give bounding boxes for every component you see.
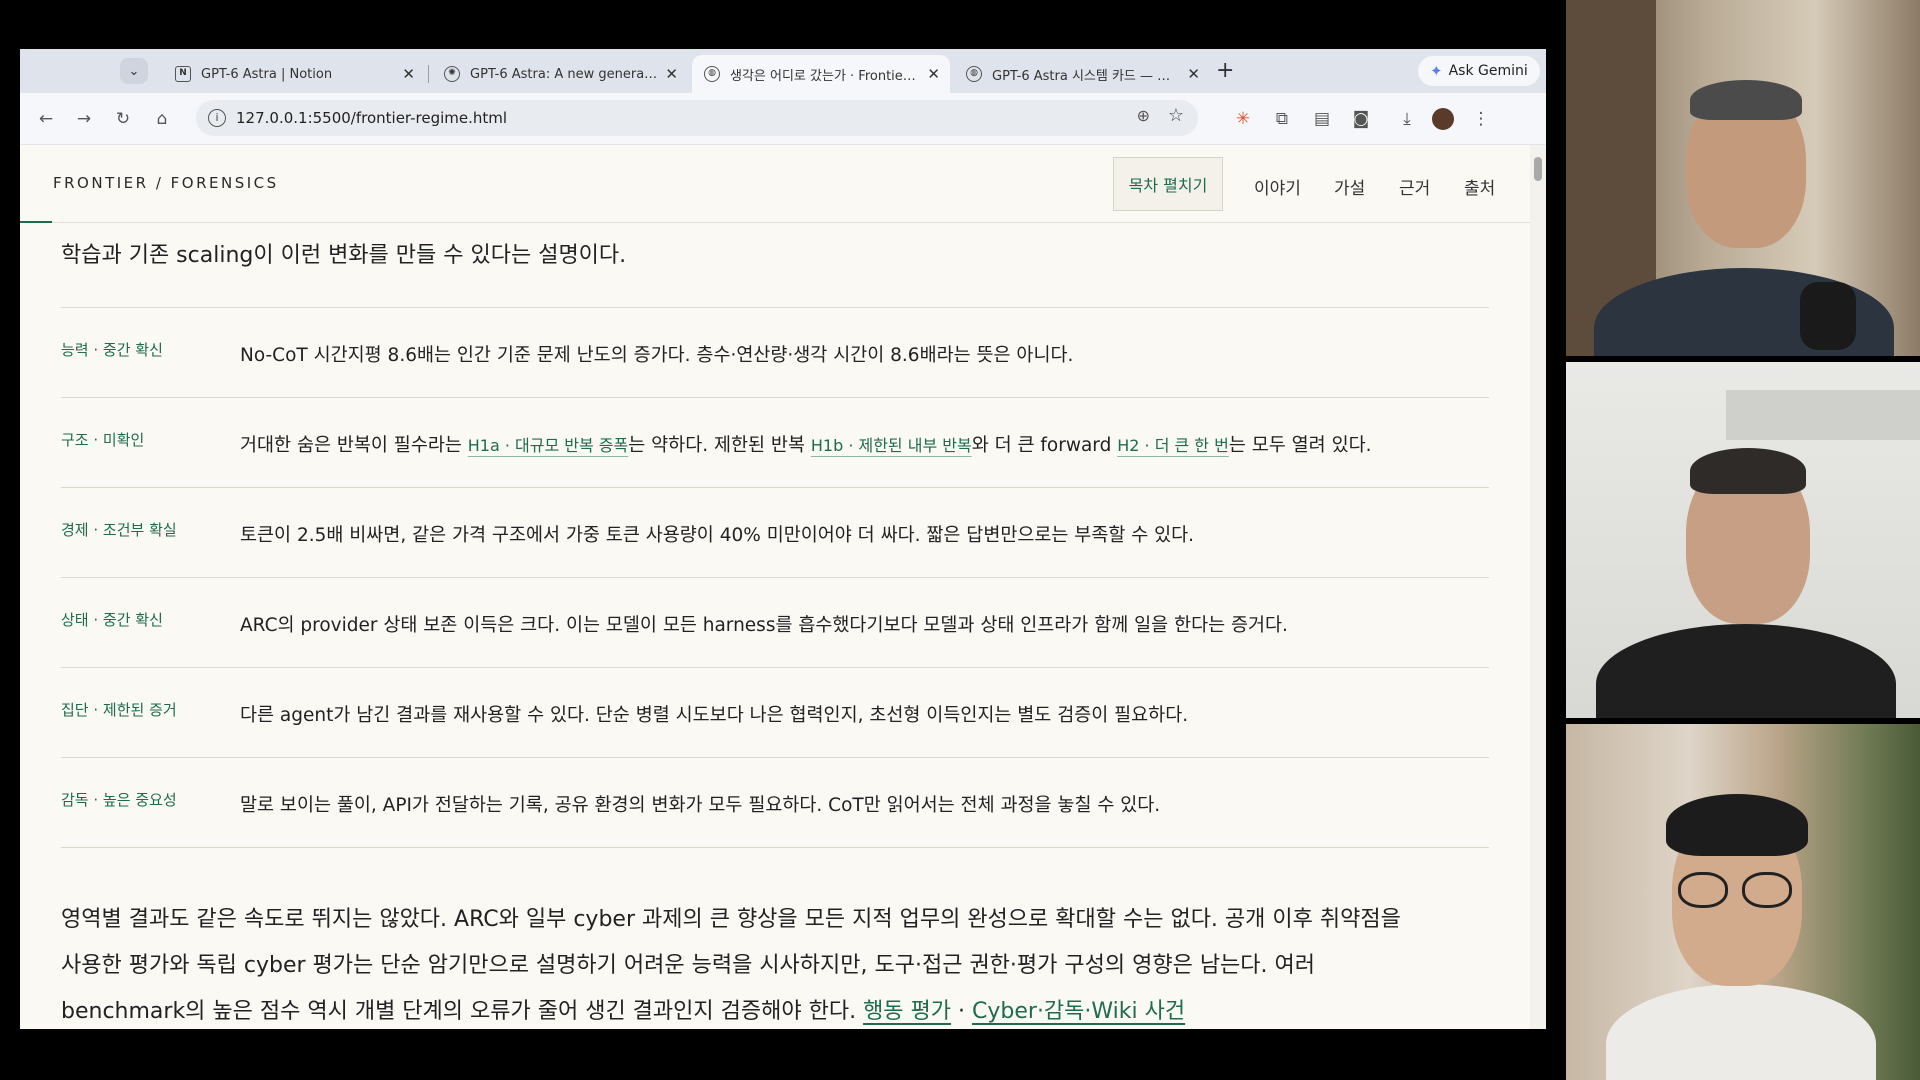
- row-divider: [61, 397, 1489, 398]
- glasses-lens: [1678, 872, 1728, 908]
- tab-openai[interactable]: ✺ GPT-6 Astra: A new generation ✕: [432, 55, 688, 93]
- row-divider: [61, 487, 1489, 488]
- site-info-icon[interactable]: i: [208, 109, 226, 127]
- text-segment: 와 더 큰 forward: [971, 435, 1118, 456]
- row-text: No-CoT 시간지평 8.6배는 인간 기준 문제 난도의 증가다. 층수·연…: [240, 345, 1074, 366]
- microphone-icon: [1800, 282, 1856, 350]
- close-tab-icon[interactable]: ✕: [402, 65, 415, 83]
- nav-evidence[interactable]: 근거: [1399, 174, 1430, 199]
- row-divider: [61, 847, 1489, 848]
- row-text: 토큰이 2.5배 비싸면, 같은 가격 구조에서 가중 토큰 사용량이 40% …: [240, 525, 1195, 546]
- globe-icon: ◍: [704, 66, 720, 82]
- close-tab-icon[interactable]: ✕: [1187, 65, 1200, 83]
- row-label: 상태 · 중간 확신: [61, 611, 163, 629]
- reading-mode-icon[interactable]: ▤: [1310, 107, 1334, 131]
- link-h1b[interactable]: H1b · 제한된 내부 반복: [811, 436, 972, 455]
- nav-story[interactable]: 이야기: [1254, 174, 1301, 199]
- back-icon[interactable]: ←: [34, 107, 58, 131]
- glasses-lens: [1742, 872, 1792, 908]
- nav-sources[interactable]: 출처: [1464, 174, 1495, 199]
- video-tile-participant-1[interactable]: [1566, 0, 1920, 356]
- nav-hypothesis[interactable]: 가설: [1334, 174, 1365, 199]
- text-segment: 거대한 숨은 반복이 필수라는: [240, 435, 468, 456]
- row-label: 경제 · 조건부 확실: [61, 521, 177, 539]
- site-header: FRONTIER / FORENSICS 목차 펼치기 이야기 가설 근거 출처: [20, 145, 1530, 223]
- url-text[interactable]: 127.0.0.1:5500/frontier-regime.html: [236, 109, 507, 127]
- text-segment: benchmark의 높은 점수 역시 개별 단계의 오류가 줄어 생긴 결과인…: [61, 999, 864, 1024]
- video-tile-participant-3[interactable]: [1566, 724, 1920, 1080]
- new-tab-icon[interactable]: +: [1216, 58, 1234, 84]
- ask-gemini-button[interactable]: ✦ Ask Gemini: [1418, 56, 1540, 86]
- body-paragraph-line: benchmark의 높은 점수 역시 개별 단계의 오류가 줄어 생긴 결과인…: [61, 993, 1185, 1025]
- browser-toolbar: ← → ↻ ⌂ i 127.0.0.1:5500/frontier-regime…: [20, 93, 1546, 145]
- row-divider: [61, 757, 1489, 758]
- row-divider: [61, 667, 1489, 668]
- page-scrollbar[interactable]: [1530, 145, 1546, 1029]
- toc-toggle-button[interactable]: 목차 펼치기: [1113, 157, 1223, 211]
- link-behavior-eval[interactable]: 행동 평가: [863, 999, 951, 1024]
- screenshot-icon[interactable]: ◙: [1349, 107, 1373, 131]
- body-paragraph-line: 사용한 평가와 독립 cyber 평가는 단순 암기만으로 설명하기 어려운 능…: [61, 953, 1316, 978]
- site-brand[interactable]: FRONTIER / FORENSICS: [53, 174, 279, 192]
- screen: ⌄ N GPT-6 Astra | Notion ✕ ✺ GPT-6 Astra…: [0, 0, 1920, 1080]
- profile-avatar[interactable]: [1432, 108, 1454, 130]
- row-text: ARC의 provider 상태 보존 이득은 크다. 이는 모델이 모든 ha…: [240, 615, 1288, 636]
- extensions-puzzle-icon[interactable]: ⧉: [1270, 107, 1294, 131]
- zoom-icon[interactable]: ⊕: [1137, 106, 1150, 125]
- row-divider: [61, 307, 1489, 308]
- tab-strip: ⌄ N GPT-6 Astra | Notion ✕ ✺ GPT-6 Astra…: [20, 49, 1546, 93]
- row-text: 말로 보이는 풀이, API가 전달하는 기록, 공유 환경의 변화가 모두 필…: [240, 795, 1161, 816]
- address-bar[interactable]: i 127.0.0.1:5500/frontier-regime.html ⊕ …: [196, 100, 1198, 136]
- forward-icon[interactable]: →: [72, 107, 96, 131]
- link-h1a[interactable]: H1a · 대규모 반복 증폭: [468, 436, 629, 455]
- row-divider: [61, 577, 1489, 578]
- reload-icon[interactable]: ↻: [111, 107, 135, 131]
- tab-search-dropdown-icon[interactable]: ⌄: [120, 58, 148, 84]
- globe-icon: ◍: [966, 66, 982, 82]
- video-tile-participant-2[interactable]: [1566, 362, 1920, 718]
- tab-title: GPT-6 Astra | Notion: [201, 66, 333, 82]
- link-separator: ·: [951, 999, 973, 1024]
- gemini-sparkle-icon: ✦: [1430, 62, 1443, 80]
- scrollbar-thumb[interactable]: [1534, 157, 1542, 181]
- text-segment: 는 모두 열려 있다.: [1228, 435, 1372, 456]
- bookmark-star-icon[interactable]: ☆: [1168, 105, 1184, 126]
- home-icon[interactable]: ⌂: [150, 107, 174, 131]
- row-text: 다른 agent가 남긴 결과를 재사용할 수 있다. 단순 병렬 시도보다 나…: [240, 705, 1189, 726]
- link-h2[interactable]: H2 · 더 큰 한 번: [1117, 436, 1229, 455]
- web-page: FRONTIER / FORENSICS 목차 펼치기 이야기 가설 근거 출처…: [20, 145, 1530, 1029]
- tab-title: GPT-6 Astra: A new generation: [470, 66, 658, 82]
- openai-icon: ✺: [444, 66, 460, 82]
- lead-sentence: 학습과 기존 scaling이 이런 변화를 만들 수 있다는 설명이다.: [61, 243, 627, 268]
- ask-gemini-label: Ask Gemini: [1448, 63, 1528, 79]
- more-menu-icon[interactable]: ⋮: [1469, 107, 1493, 131]
- tab-frontier-regime[interactable]: ◍ 생각은 어디로 갔는가 · Frontier-Regime ✕: [692, 55, 950, 93]
- download-icon[interactable]: ⤓: [1395, 107, 1419, 131]
- row-label: 구조 · 미확인: [61, 431, 145, 449]
- row-text: 거대한 숨은 반복이 필수라는 H1a · 대규모 반복 증폭는 약하다. 제한…: [240, 431, 1372, 457]
- notion-icon: N: [175, 66, 191, 82]
- close-tab-icon[interactable]: ✕: [927, 65, 940, 83]
- close-tab-icon[interactable]: ✕: [665, 65, 678, 83]
- row-label: 감독 · 높은 중요성: [61, 791, 177, 809]
- text-segment: 는 약하다. 제한된 반복: [628, 435, 811, 456]
- tab-system-card[interactable]: ◍ GPT-6 Astra 시스템 카드 — 한국어 ✕: [954, 55, 1210, 93]
- tab-notion[interactable]: N GPT-6 Astra | Notion ✕: [163, 55, 425, 93]
- reading-progress-bar: [20, 221, 52, 223]
- extension-sunburst-icon[interactable]: ✳: [1231, 107, 1255, 131]
- body-paragraph-line: 영역별 결과도 같은 속도로 뛰지는 않았다. ARC와 일부 cyber 과제…: [61, 907, 1401, 932]
- row-label: 집단 · 제한된 증거: [61, 701, 177, 719]
- tab-title: GPT-6 Astra 시스템 카드 — 한국어: [992, 68, 1180, 84]
- tab-title: 생각은 어디로 갔는가 · Frontier-Regime: [730, 68, 919, 84]
- browser-window: ⌄ N GPT-6 Astra | Notion ✕ ✺ GPT-6 Astra…: [20, 49, 1546, 1029]
- link-cyber-wiki[interactable]: Cyber·감독·Wiki 사건: [972, 999, 1185, 1024]
- row-label: 능력 · 중간 확신: [61, 341, 163, 359]
